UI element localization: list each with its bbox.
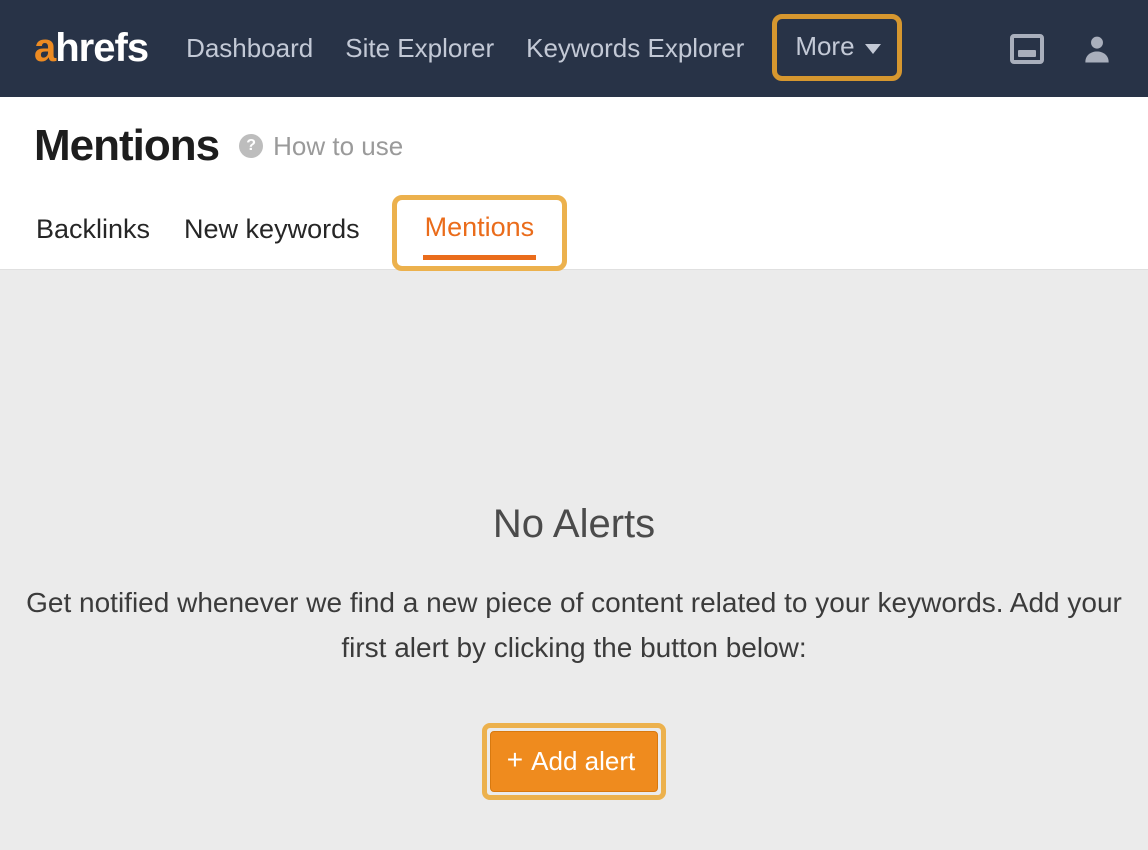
title-row: Mentions ? How to use [34, 121, 1114, 171]
nav-keywords-explorer[interactable]: Keywords Explorer [526, 33, 744, 64]
how-to-use-link[interactable]: ? How to use [239, 131, 403, 162]
add-alert-label: Add alert [531, 746, 635, 777]
nav-dashboard[interactable]: Dashboard [186, 33, 313, 64]
empty-body: Get notified whenever we find a new piec… [4, 581, 1144, 671]
nav-site-explorer[interactable]: Site Explorer [345, 33, 494, 64]
empty-state: No Alerts Get notified whenever we find … [0, 270, 1148, 800]
tab-new-keywords[interactable]: New keywords [182, 208, 362, 269]
add-alert-highlight: + Add alert [482, 723, 666, 800]
nav-more-label: More [795, 31, 854, 62]
question-icon: ? [239, 134, 263, 158]
top-nav-right [1010, 32, 1114, 66]
plus-icon: + [507, 746, 523, 774]
add-alert-button[interactable]: + Add alert [490, 731, 658, 792]
tab-mentions-highlight: Mentions [392, 195, 568, 271]
inbox-icon[interactable] [1010, 34, 1044, 64]
nav-links: Dashboard Site Explorer Keywords Explore… [186, 16, 902, 81]
logo[interactable]: ahrefs [34, 26, 148, 71]
tab-mentions[interactable]: Mentions [423, 210, 537, 260]
top-nav: ahrefs Dashboard Site Explorer Keywords … [0, 0, 1148, 97]
how-to-use-label: How to use [273, 131, 403, 162]
tabs: Backlinks New keywords Mentions [34, 195, 1114, 269]
user-icon[interactable] [1080, 32, 1114, 66]
chevron-down-icon [865, 44, 881, 54]
tab-backlinks[interactable]: Backlinks [34, 208, 152, 269]
sub-header: Mentions ? How to use Backlinks New keyw… [0, 97, 1148, 270]
empty-heading: No Alerts [0, 502, 1148, 547]
page-title: Mentions [34, 121, 219, 171]
logo-a: a [34, 26, 55, 71]
nav-more[interactable]: More [772, 14, 901, 81]
logo-rest: hrefs [55, 26, 148, 71]
